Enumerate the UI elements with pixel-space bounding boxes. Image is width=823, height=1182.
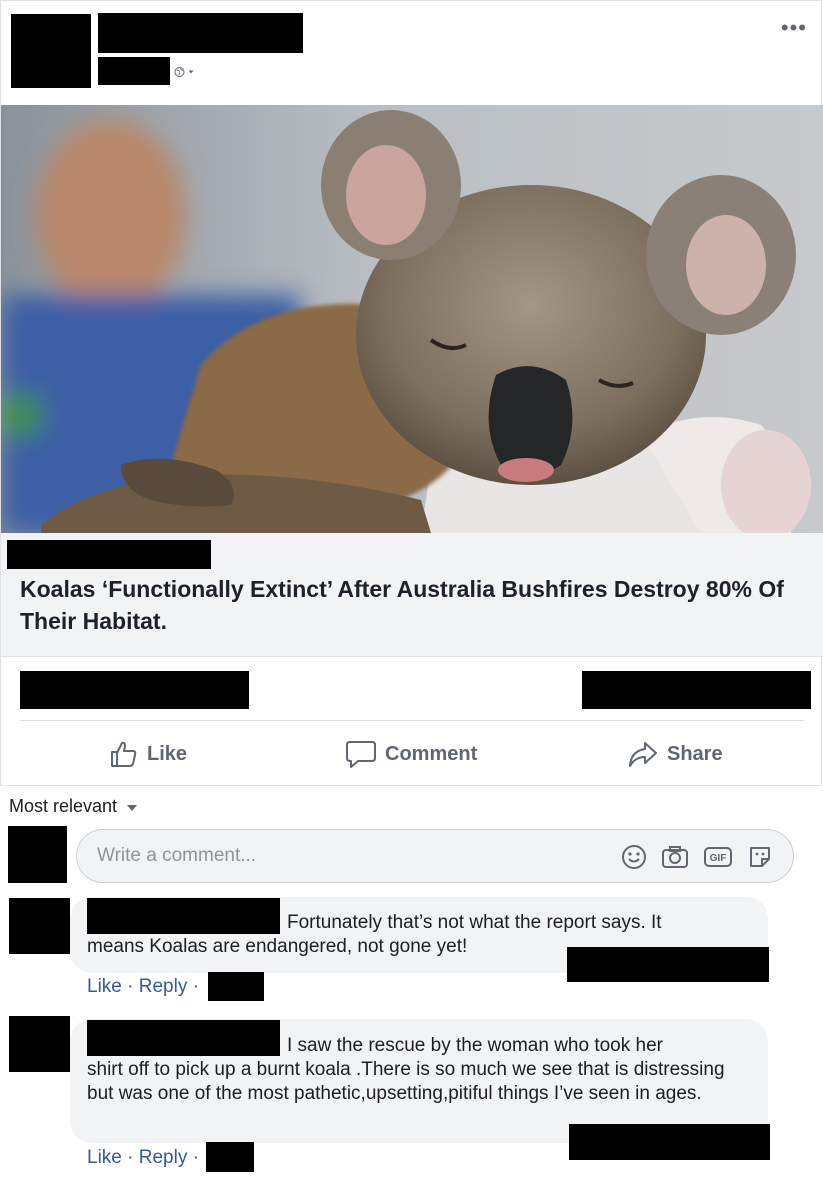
smiley-icon[interactable]	[621, 844, 647, 870]
like-label: Like	[147, 742, 188, 765]
comment-icon	[346, 741, 376, 768]
comment-input-placeholder: Write a comment...	[97, 845, 257, 866]
separator: ·	[127, 976, 134, 997]
comment-text-line1: Fortunately that’s not what the report s…	[287, 912, 662, 933]
comment-reply-link[interactable]: Reply	[139, 1147, 188, 1168]
redacted-author-name[interactable]	[98, 13, 303, 53]
redacted-commenter-name[interactable]	[87, 898, 280, 934]
article-headline[interactable]: Koalas ‘Functionally Extinct’ After Aust…	[20, 573, 810, 637]
comment-actions: Like · Reply ·	[87, 976, 199, 998]
comment-input[interactable]: Write a comment... GIF	[76, 829, 794, 883]
comment-label: Comment	[385, 742, 478, 765]
redacted-avatar[interactable]	[11, 14, 91, 88]
share-icon	[629, 742, 657, 767]
svg-text:GIF: GIF	[710, 853, 727, 864]
more-options-icon[interactable]: •••	[781, 17, 807, 39]
redacted-commenter-avatar[interactable]	[9, 898, 70, 954]
separator: ·	[192, 1147, 199, 1168]
redacted-reactions[interactable]	[569, 1124, 770, 1160]
camera-icon[interactable]	[661, 844, 689, 870]
separator: ·	[192, 976, 199, 997]
comment-text-line1: I saw the rescue by the woman who took h…	[287, 1035, 663, 1056]
redacted-link-source	[7, 540, 211, 569]
share-button[interactable]: Share	[627, 738, 723, 770]
share-label: Share	[667, 742, 723, 765]
redacted-comment-count[interactable]	[582, 671, 811, 709]
post-card: ••• Koalas ‘Functionally Extinct’ After …	[0, 0, 823, 786]
comment-like-link[interactable]: Like	[87, 1147, 122, 1168]
redacted-commenter-avatar[interactable]	[9, 1016, 70, 1072]
redacted-comment-time[interactable]	[206, 1142, 254, 1172]
caret-down-icon	[127, 804, 138, 811]
sort-label: Most relevant	[9, 796, 118, 816]
gif-icon[interactable]: GIF	[703, 844, 733, 870]
redacted-own-avatar	[8, 826, 67, 883]
comment-actions: Like · Reply ·	[87, 1147, 199, 1169]
divider	[20, 720, 804, 721]
redacted-timestamp[interactable]	[98, 57, 170, 85]
separator: ·	[127, 1147, 134, 1168]
redacted-reactions[interactable]	[567, 947, 769, 982]
comment-like-link[interactable]: Like	[87, 976, 122, 997]
thumbs-up-icon	[111, 741, 137, 767]
redacted-comment-time[interactable]	[208, 972, 264, 1001]
koala-photo[interactable]	[1, 105, 823, 533]
comment-reply-link[interactable]: Reply	[139, 976, 188, 997]
globe-icon[interactable]	[174, 61, 196, 83]
sticker-icon[interactable]	[747, 844, 773, 870]
comment-sort-dropdown[interactable]: Most relevant	[9, 796, 138, 817]
redacted-commenter-name[interactable]	[87, 1020, 280, 1056]
comment-text: means Koalas are endangered, not gone ye…	[87, 936, 468, 957]
comment-text: shirt off to pick up a burnt koala .Ther…	[87, 1059, 725, 1104]
redacted-reaction-count[interactable]	[20, 671, 249, 709]
comment-button[interactable]: Comment	[345, 738, 477, 770]
like-button[interactable]: Like	[109, 738, 187, 770]
